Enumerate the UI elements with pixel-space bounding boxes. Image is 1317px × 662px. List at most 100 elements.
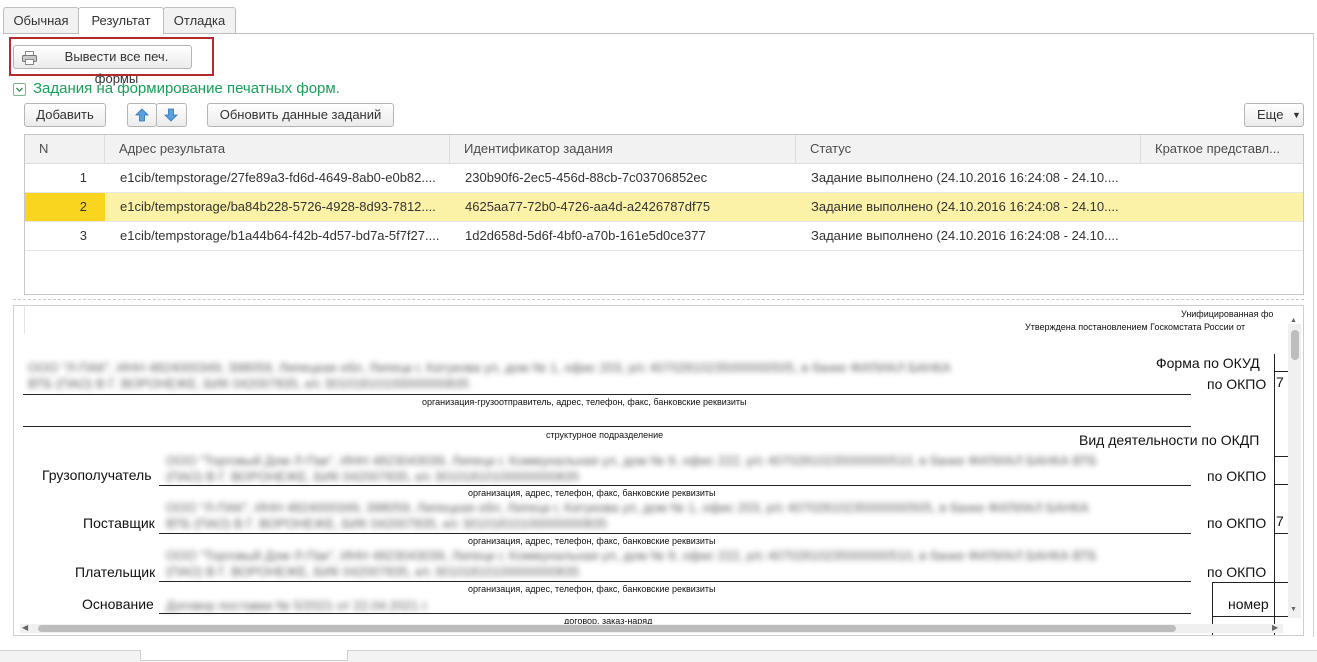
splitter[interactable]	[13, 299, 1304, 300]
payer-line-1: ООО "Торговый Дом Л-Пак", ИНН 4823043039…	[166, 548, 1097, 563]
column-header-n[interactable]: N	[25, 135, 105, 164]
cell-short	[1156, 164, 1296, 192]
shipper-underline	[23, 394, 1191, 395]
unified-form-header: Унифицированная фо	[1181, 309, 1274, 319]
chevron-down-icon	[16, 87, 23, 92]
bottom-tab[interactable]	[140, 650, 348, 661]
add-button-label: Добавить	[36, 107, 94, 122]
payer-underline	[159, 581, 1191, 582]
print-all-forms-button[interactable]: Вывести все печ. формы	[13, 45, 192, 86]
report-document[interactable]: Унифицированная фо Утверждена постановле…	[13, 305, 1304, 636]
column-header-short[interactable]: Краткое представл...	[1141, 135, 1303, 164]
cell-status: Задание выполнено (24.10.2016 16:24:08 -…	[811, 170, 1119, 185]
more-menu-label: Еще	[1257, 107, 1284, 122]
cell-n: 1	[79, 170, 87, 185]
basis-underline	[159, 613, 1191, 614]
tab-label: Обычная	[13, 13, 69, 28]
shipper-line-1: ООО "Л-ПАК", ИНН 4824000349, 398059, Лип…	[28, 360, 951, 375]
forma-okud-label: Форма по ОКУД	[1156, 355, 1260, 371]
scroll-left-icon[interactable]: ◀	[22, 623, 28, 632]
column-header-label: Краткое представл...	[1155, 141, 1280, 156]
column-header-label: N	[39, 141, 49, 156]
scroll-up-icon[interactable]: ▲	[1290, 317, 1297, 324]
cell-short	[1156, 193, 1296, 221]
consignee-underline	[159, 485, 1191, 486]
consignee-line-2: (ПАО) В Г. ВОРОНЕЖЕ, БИК 042007835, к/с …	[166, 469, 580, 484]
number-label: номер	[1228, 596, 1269, 612]
cell-status: Задание выполнено (24.10.2016 16:24:08 -…	[811, 228, 1119, 243]
move-down-button[interactable]	[156, 103, 187, 127]
cell-address: e1cib/tempstorage/27fe89a3-fd6d-4649-8ab…	[120, 170, 436, 185]
arrow-up-icon	[135, 108, 149, 122]
shipper-line-2: ВТБ (ПАО) В Г. ВОРОНЕЖЕ, БИК 042007835, …	[28, 376, 470, 391]
okpo-label-4: по ОКПО	[1207, 564, 1267, 580]
column-header-label: Адрес результата	[119, 141, 226, 156]
add-button[interactable]: Добавить	[24, 103, 106, 127]
supplier-caption: организация, адрес, телефон, факс, банко…	[468, 536, 716, 546]
report-horizontal-scroll-thumb[interactable]	[38, 625, 1176, 632]
tab-label: Отладка	[173, 13, 226, 28]
number-box-top	[1212, 582, 1289, 583]
refresh-tasks-button[interactable]: Обновить данные заданий	[207, 103, 394, 127]
okpo-label-3: по ОКПО	[1207, 515, 1267, 531]
column-header-status[interactable]: Статус	[796, 135, 1141, 164]
arrow-down-icon	[164, 108, 178, 122]
supplier-line-1: ООО "Л-ПАК", ИНН 4824000349, 398059, Лип…	[166, 500, 1089, 515]
consignee-line-1: ООО "Торговый Дом Л-Пак", ИНН 4823043039…	[166, 453, 1097, 468]
code-box-line	[1274, 371, 1289, 372]
approval-header: Утверждена постановлением Госкомстата Ро…	[1025, 322, 1246, 332]
scroll-down-icon[interactable]: ▼	[1290, 606, 1297, 613]
column-header-task-id[interactable]: Идентификатор задания	[450, 135, 796, 164]
tab-label: Результат	[91, 13, 151, 28]
cell-status: Задание выполнено (24.10.2016 16:24:08 -…	[811, 199, 1119, 214]
more-menu-button[interactable]: Еще ▼	[1244, 103, 1304, 127]
payer-line-2: (ПАО) В Г. ВОРОНЕЖЕ, БИК 042007835, к/с …	[166, 564, 580, 579]
column-header-address[interactable]: Адрес результата	[105, 135, 450, 164]
move-up-button[interactable]	[127, 103, 157, 127]
cell-task-id: 4625aa77-72b0-4726-aa4d-a2426787df75	[465, 199, 711, 214]
tab-obychnaya[interactable]: Обычная	[3, 7, 79, 33]
table-row[interactable]: 3 e1cib/tempstorage/b1a44b64-f42b-4d57-b…	[25, 222, 1303, 251]
dropdown-arrow-icon: ▼	[1292, 110, 1301, 120]
tab-rezultat[interactable]: Результат	[78, 7, 164, 34]
basis-label: Основание	[82, 596, 154, 612]
column-header-label: Идентификатор задания	[464, 141, 613, 156]
report-vertical-scrollbar[interactable]	[1288, 324, 1301, 618]
okpo-label-1: по ОКПО	[1207, 376, 1267, 392]
payer-caption: организация, адрес, телефон, факс, банко…	[468, 584, 716, 594]
okpo-label-2: по ОКПО	[1207, 468, 1267, 484]
basis-value: Договор поставки № 5/2021 от 22.04.2021 …	[166, 598, 429, 613]
tab-underline	[3, 33, 1314, 34]
consignee-label: Грузополучатель	[42, 467, 152, 483]
scroll-right-icon[interactable]: ▶	[1272, 623, 1278, 632]
group-title: Задания на формирование печатных форм.	[33, 80, 340, 97]
refresh-tasks-label: Обновить данные заданий	[219, 107, 382, 122]
cell-n: 3	[79, 228, 87, 243]
cell-address: e1cib/tempstorage/ba84b228-5726-4928-8d9…	[120, 199, 436, 214]
column-header-label: Статус	[810, 141, 852, 156]
tasks-table: N Адрес результата Идентификатор задания…	[24, 134, 1304, 295]
cell-short	[1156, 222, 1296, 250]
division-underline	[23, 426, 1191, 427]
report-vertical-scroll-thumb[interactable]	[1291, 330, 1299, 360]
tab-otladka[interactable]: Отладка	[163, 7, 236, 33]
code-box-line	[1274, 533, 1289, 534]
supplier-label: Поставщик	[83, 515, 155, 531]
okpo-value-3: 7	[1276, 513, 1284, 529]
table-row-selected[interactable]: 2 e1cib/tempstorage/ba84b228-5726-4928-8…	[25, 193, 1303, 222]
code-box-border	[1274, 354, 1275, 635]
okpo-value-1: 7	[1276, 374, 1284, 390]
panel-border	[1313, 33, 1314, 637]
report-row-header	[14, 306, 25, 334]
table-row[interactable]: 1 e1cib/tempstorage/27fe89a3-fd6d-4649-8…	[25, 164, 1303, 193]
cell-address: e1cib/tempstorage/b1a44b64-f42b-4d57-bd7…	[120, 228, 440, 243]
division-caption: структурное подразделение	[546, 430, 664, 440]
okdp-label: Вид деятельности по ОКДП	[1079, 432, 1260, 448]
supplier-underline	[159, 533, 1191, 534]
number-box-bottom	[1212, 616, 1289, 617]
cell-n: 2	[79, 199, 87, 214]
cell-task-id: 230b90f6-2ec5-456d-88cb-7c03706852ec	[465, 170, 708, 185]
shipper-caption: организация-грузоотправитель, адрес, тел…	[422, 397, 747, 407]
cell-task-id: 1d2d658d-5d6f-4bf0-a70b-161e5d0ce377	[465, 228, 706, 243]
group-collapse-toggle[interactable]	[13, 83, 26, 96]
